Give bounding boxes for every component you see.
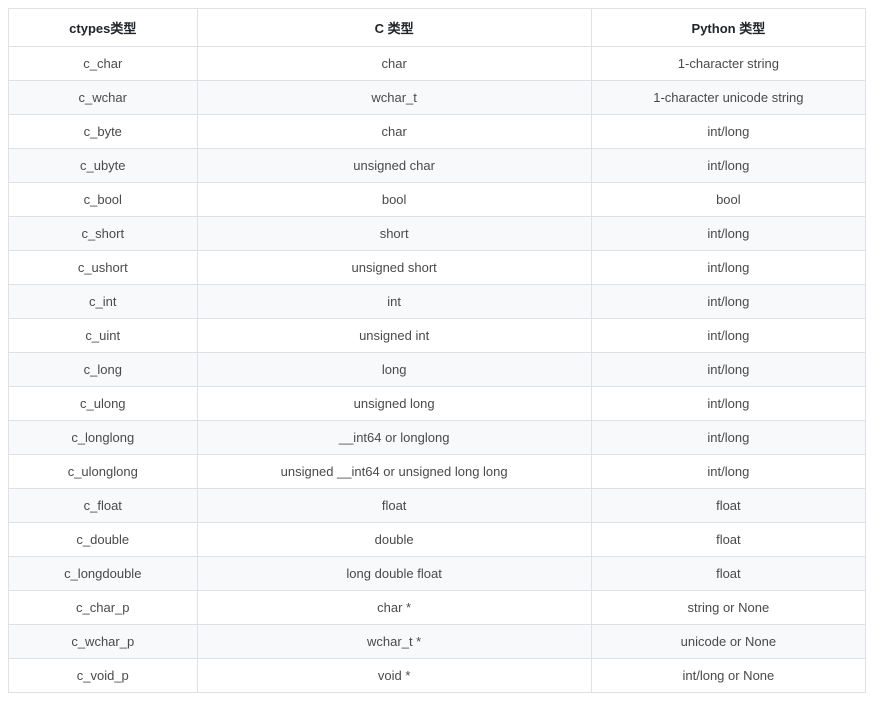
table-cell: unsigned int xyxy=(197,319,591,353)
table-cell: int/long xyxy=(591,455,865,489)
table-cell: c_bool xyxy=(9,183,198,217)
table-row: c_ulonglongunsigned __int64 or unsigned … xyxy=(9,455,866,489)
table-cell: short xyxy=(197,217,591,251)
table-cell: __int64 or longlong xyxy=(197,421,591,455)
table-cell: c_void_p xyxy=(9,659,198,693)
table-cell: c_char xyxy=(9,47,198,81)
table-cell: void * xyxy=(197,659,591,693)
ctypes-mapping-table: ctypes类型 C 类型 Python 类型 c_charchar1-char… xyxy=(8,8,866,693)
table-row: c_ushortunsigned shortint/long xyxy=(9,251,866,285)
table-cell: int/long xyxy=(591,285,865,319)
table-cell: c_ulong xyxy=(9,387,198,421)
table-row: c_shortshortint/long xyxy=(9,217,866,251)
table-cell: float xyxy=(591,489,865,523)
table-cell: long xyxy=(197,353,591,387)
table-cell: int/long xyxy=(591,319,865,353)
table-cell: c_longlong xyxy=(9,421,198,455)
table-cell: c_wchar xyxy=(9,81,198,115)
table-row: c_wchar_pwchar_t *unicode or None xyxy=(9,625,866,659)
table-row: c_doubledoublefloat xyxy=(9,523,866,557)
table-cell: bool xyxy=(591,183,865,217)
table-cell: 1-character string xyxy=(591,47,865,81)
table-cell: long double float xyxy=(197,557,591,591)
table-cell: unsigned long xyxy=(197,387,591,421)
table-cell: c_byte xyxy=(9,115,198,149)
table-cell: float xyxy=(591,557,865,591)
table-cell: float xyxy=(591,523,865,557)
table-cell: 1-character unicode string xyxy=(591,81,865,115)
table-cell: wchar_t xyxy=(197,81,591,115)
table-cell: c_longdouble xyxy=(9,557,198,591)
table-cell: int/long xyxy=(591,251,865,285)
table-cell: unicode or None xyxy=(591,625,865,659)
table-cell: int/long xyxy=(591,115,865,149)
table-row: c_longlong__int64 or longlongint/long xyxy=(9,421,866,455)
table-cell: c_uint xyxy=(9,319,198,353)
table-header-row: ctypes类型 C 类型 Python 类型 xyxy=(9,9,866,47)
table-cell: unsigned __int64 or unsigned long long xyxy=(197,455,591,489)
table-cell: c_wchar_p xyxy=(9,625,198,659)
table-cell: double xyxy=(197,523,591,557)
table-cell: c_float xyxy=(9,489,198,523)
header-ctypes: ctypes类型 xyxy=(9,9,198,47)
table-cell: c_short xyxy=(9,217,198,251)
header-python-type: Python 类型 xyxy=(591,9,865,47)
table-cell: c_ubyte xyxy=(9,149,198,183)
table-row: c_charchar1-character string xyxy=(9,47,866,81)
table-cell: int/long xyxy=(591,149,865,183)
table-cell: int/long xyxy=(591,387,865,421)
table-cell: unsigned short xyxy=(197,251,591,285)
table-cell: unsigned char xyxy=(197,149,591,183)
table-cell: int xyxy=(197,285,591,319)
table-row: c_void_pvoid *int/long or None xyxy=(9,659,866,693)
table-row: c_wcharwchar_t1-character unicode string xyxy=(9,81,866,115)
table-cell: wchar_t * xyxy=(197,625,591,659)
table-cell: c_ushort xyxy=(9,251,198,285)
header-c-type: C 类型 xyxy=(197,9,591,47)
table-row: c_intintint/long xyxy=(9,285,866,319)
table-row: c_floatfloatfloat xyxy=(9,489,866,523)
table-cell: c_ulonglong xyxy=(9,455,198,489)
table-cell: c_double xyxy=(9,523,198,557)
table-cell: c_char_p xyxy=(9,591,198,625)
table-row: c_uintunsigned intint/long xyxy=(9,319,866,353)
table-cell: int/long xyxy=(591,353,865,387)
table-cell: char xyxy=(197,47,591,81)
table-cell: c_long xyxy=(9,353,198,387)
table-cell: char xyxy=(197,115,591,149)
table-cell: float xyxy=(197,489,591,523)
table-row: c_ulongunsigned longint/long xyxy=(9,387,866,421)
table-cell: char * xyxy=(197,591,591,625)
table-cell: bool xyxy=(197,183,591,217)
table-cell: int/long xyxy=(591,217,865,251)
table-cell: c_int xyxy=(9,285,198,319)
table-row: c_longdoublelong double floatfloat xyxy=(9,557,866,591)
table-row: c_boolboolbool xyxy=(9,183,866,217)
table-body: c_charchar1-character stringc_wcharwchar… xyxy=(9,47,866,693)
table-row: c_char_pchar *string or None xyxy=(9,591,866,625)
table-row: c_longlongint/long xyxy=(9,353,866,387)
table-cell: int/long or None xyxy=(591,659,865,693)
table-row: c_ubyteunsigned charint/long xyxy=(9,149,866,183)
table-row: c_bytecharint/long xyxy=(9,115,866,149)
table-cell: string or None xyxy=(591,591,865,625)
table-cell: int/long xyxy=(591,421,865,455)
